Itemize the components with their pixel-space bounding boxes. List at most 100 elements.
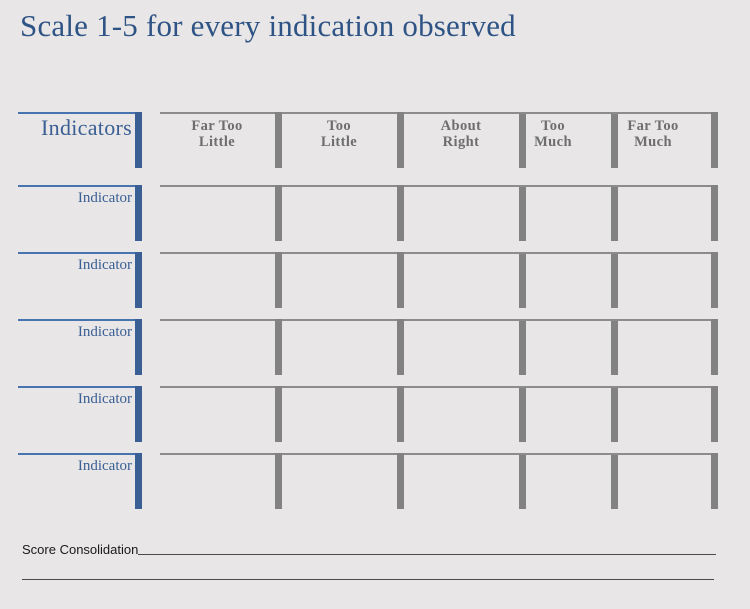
indicator-label: Indicator	[77, 324, 132, 340]
footer: Score Consolidation	[22, 532, 716, 580]
cell-top-rule	[282, 453, 404, 455]
cell-right-bar	[711, 252, 718, 308]
score-consolidation-line: Score Consolidation	[22, 532, 716, 558]
score-cell-far-too-much[interactable]	[596, 319, 718, 375]
cell-top-rule	[18, 453, 142, 455]
score-cell-far-too-little[interactable]	[160, 453, 282, 509]
cell-right-bar	[275, 252, 282, 308]
indicator-label: Indicator	[77, 190, 132, 206]
row-label-cell[interactable]: Indicator	[18, 252, 142, 308]
cell-right-bar	[711, 453, 718, 509]
score-cell-too-little[interactable]	[282, 453, 404, 509]
cell-top-rule	[282, 319, 404, 321]
scale-matrix: Indicators Far Too Little Too Little Abo…	[18, 112, 718, 520]
row-label-cell[interactable]: Indicator	[18, 319, 142, 375]
cell-top-rule	[18, 252, 142, 254]
cell-right-bar	[275, 185, 282, 241]
score-cell-far-too-little[interactable]	[160, 319, 282, 375]
matrix-row: Indicator	[18, 319, 718, 386]
cell-top-rule	[160, 112, 282, 114]
cell-top-rule	[18, 386, 142, 388]
column-header-line1: Too	[540, 118, 566, 134]
column-header-label: Too Much	[496, 118, 610, 150]
column-header-label: Far Too Little	[160, 118, 274, 150]
row-label-cell[interactable]: Indicator	[18, 386, 142, 442]
score-cell-far-too-much[interactable]	[596, 386, 718, 442]
cell-top-rule	[596, 453, 718, 455]
header-cell-indicators: Indicators	[18, 112, 142, 168]
matrix-row: Indicator	[18, 386, 718, 453]
cell-right-bar	[135, 319, 142, 375]
row-label-cell[interactable]: Indicator	[18, 185, 142, 241]
cell-top-rule	[596, 252, 718, 254]
column-header-line1: Too	[326, 118, 352, 134]
indicator-label: Indicator	[77, 391, 132, 407]
cell-top-rule	[18, 319, 142, 321]
cell-right-bar	[135, 453, 142, 509]
cell-top-rule	[160, 185, 282, 187]
score-cell-far-too-much[interactable]	[596, 252, 718, 308]
cell-top-rule	[282, 185, 404, 187]
score-cell-far-too-much[interactable]	[596, 185, 718, 241]
indicator-label: Indicator	[77, 257, 132, 273]
cell-top-rule	[160, 386, 282, 388]
header-cell-too-little: Too Little	[282, 112, 404, 168]
column-header-label: Too Little	[282, 118, 396, 150]
cell-right-bar	[275, 319, 282, 375]
indicator-label: Indicator	[77, 458, 132, 474]
cell-top-rule	[18, 185, 142, 187]
score-cell-too-little[interactable]	[282, 252, 404, 308]
cell-top-rule	[160, 453, 282, 455]
matrix-row: Indicator	[18, 252, 718, 319]
score-cell-too-little[interactable]	[282, 185, 404, 241]
cell-right-bar	[135, 185, 142, 241]
page-title: Scale 1-5 for every indication observed	[20, 8, 516, 43]
cell-right-bar	[711, 386, 718, 442]
score-cell-too-little[interactable]	[282, 386, 404, 442]
cell-right-bar	[275, 386, 282, 442]
cell-right-bar	[397, 112, 404, 168]
header-cell-far-too-little: Far Too Little	[160, 112, 282, 168]
cell-right-bar	[275, 112, 282, 168]
cell-top-rule	[282, 252, 404, 254]
column-header-line2: Right	[442, 134, 480, 151]
cell-right-bar	[397, 319, 404, 375]
cell-right-bar	[711, 112, 718, 168]
cell-top-rule	[160, 319, 282, 321]
column-header-line1: Far Too	[627, 118, 679, 134]
cell-right-bar	[135, 252, 142, 308]
column-header-line1: Far Too	[191, 118, 243, 134]
cell-right-bar	[397, 252, 404, 308]
column-header-line2: Much	[534, 134, 572, 151]
row-label-cell[interactable]: Indicator	[18, 453, 142, 509]
column-header-line1: About	[440, 118, 482, 134]
cell-right-bar	[397, 386, 404, 442]
score-consolidation-label: Score Consolidation	[22, 542, 139, 557]
header-cell-far-too-much: Far Too Much	[596, 112, 718, 168]
cell-right-bar	[135, 386, 142, 442]
cell-right-bar	[275, 453, 282, 509]
cell-top-rule	[596, 319, 718, 321]
score-cell-far-too-little[interactable]	[160, 386, 282, 442]
matrix-row: Indicator	[18, 453, 718, 520]
column-header-label: Far Too Much	[596, 118, 710, 150]
cell-top-rule	[596, 185, 718, 187]
matrix-row: Indicator	[18, 185, 718, 252]
score-cell-too-little[interactable]	[282, 319, 404, 375]
cell-right-bar	[711, 185, 718, 241]
column-header-line2: Much	[634, 134, 672, 151]
score-consolidation-input[interactable]	[138, 554, 716, 555]
cell-right-bar	[135, 112, 142, 168]
score-cell-far-too-much[interactable]	[596, 453, 718, 509]
score-cell-far-too-little[interactable]	[160, 252, 282, 308]
cell-top-rule	[18, 112, 142, 114]
cell-top-rule	[596, 386, 718, 388]
blank-note-input[interactable]	[22, 579, 714, 580]
column-header-line2: Little	[320, 134, 358, 151]
cell-right-bar	[711, 319, 718, 375]
cell-top-rule	[596, 112, 718, 114]
cell-top-rule	[282, 386, 404, 388]
matrix-header-row: Indicators Far Too Little Too Little Abo…	[18, 112, 718, 185]
cell-top-rule	[282, 112, 404, 114]
score-cell-far-too-little[interactable]	[160, 185, 282, 241]
